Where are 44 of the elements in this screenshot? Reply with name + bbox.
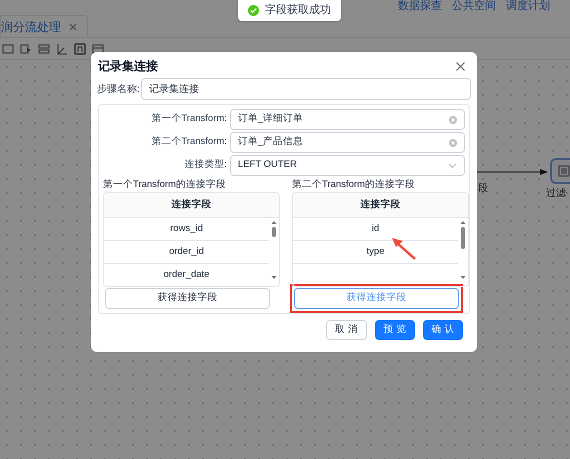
nav-link[interactable]: 公共空间 [452, 0, 496, 13]
list-icon [558, 165, 570, 177]
dialog-button[interactable]: 预 览 [375, 320, 415, 340]
fetch-fields-button[interactable]: 获得连接字段 [105, 288, 270, 309]
dialog-title: 记录集连接 [98, 58, 158, 75]
play-icon[interactable] [20, 42, 32, 54]
transform-select[interactable]: 订单_产品信息 [230, 132, 465, 153]
nav-link[interactable]: 调度计划 [506, 0, 550, 13]
step-name-input[interactable]: 记录集连接 [140, 78, 471, 100]
toast-message: 字段获取成功 [265, 2, 331, 18]
check-icon [248, 5, 259, 16]
dialog-button[interactable]: 确 认 [423, 320, 463, 340]
edge-label: 段 [478, 182, 488, 196]
chart-icon[interactable] [56, 42, 68, 54]
fetch-fields-button[interactable]: 获得连接字段 [294, 288, 459, 309]
nav-link[interactable]: 数据探查 [398, 0, 442, 13]
editor-tab[interactable]: 润分流处理 [0, 15, 88, 37]
field-label: 步骤名称: [97, 82, 141, 96]
scrollbar[interactable] [271, 220, 277, 280]
rows-icon[interactable] [38, 42, 50, 54]
section-title: 第二个Transform的连接字段 [292, 179, 416, 191]
field-label: 连接类型: [183, 158, 228, 172]
column-header: 连接字段 [360, 198, 400, 212]
join-type-select[interactable]: LEFT OUTER [230, 155, 465, 176]
close-icon[interactable] [69, 22, 77, 30]
table-cell-text: rows_id [170, 222, 203, 236]
field-label: 第一个Transform: [150, 112, 228, 126]
field-label: 第二个Transform: [150, 135, 228, 150]
flow-node[interactable] [550, 158, 570, 184]
frame-icon[interactable] [2, 42, 14, 54]
chevron-down-icon [448, 162, 457, 168]
table-cell-text: order_date [164, 268, 210, 282]
section-title: 第一个Transform的连接字段 [103, 179, 227, 191]
dialog-button[interactable]: 取 消 [326, 320, 367, 340]
node-label: 过滤 [546, 186, 566, 201]
annotation-arrow [391, 237, 417, 261]
close-icon[interactable] [456, 62, 465, 70]
table-icon[interactable] [74, 42, 86, 54]
scrollbar[interactable] [460, 220, 466, 280]
transform-select[interactable]: 订单_详细订单 [230, 109, 465, 130]
table-cell-text: id [372, 222, 380, 236]
column-header: 连接字段 [172, 198, 212, 212]
table-cell-text: type [366, 244, 384, 259]
table-cell-text: order_id [169, 244, 204, 259]
